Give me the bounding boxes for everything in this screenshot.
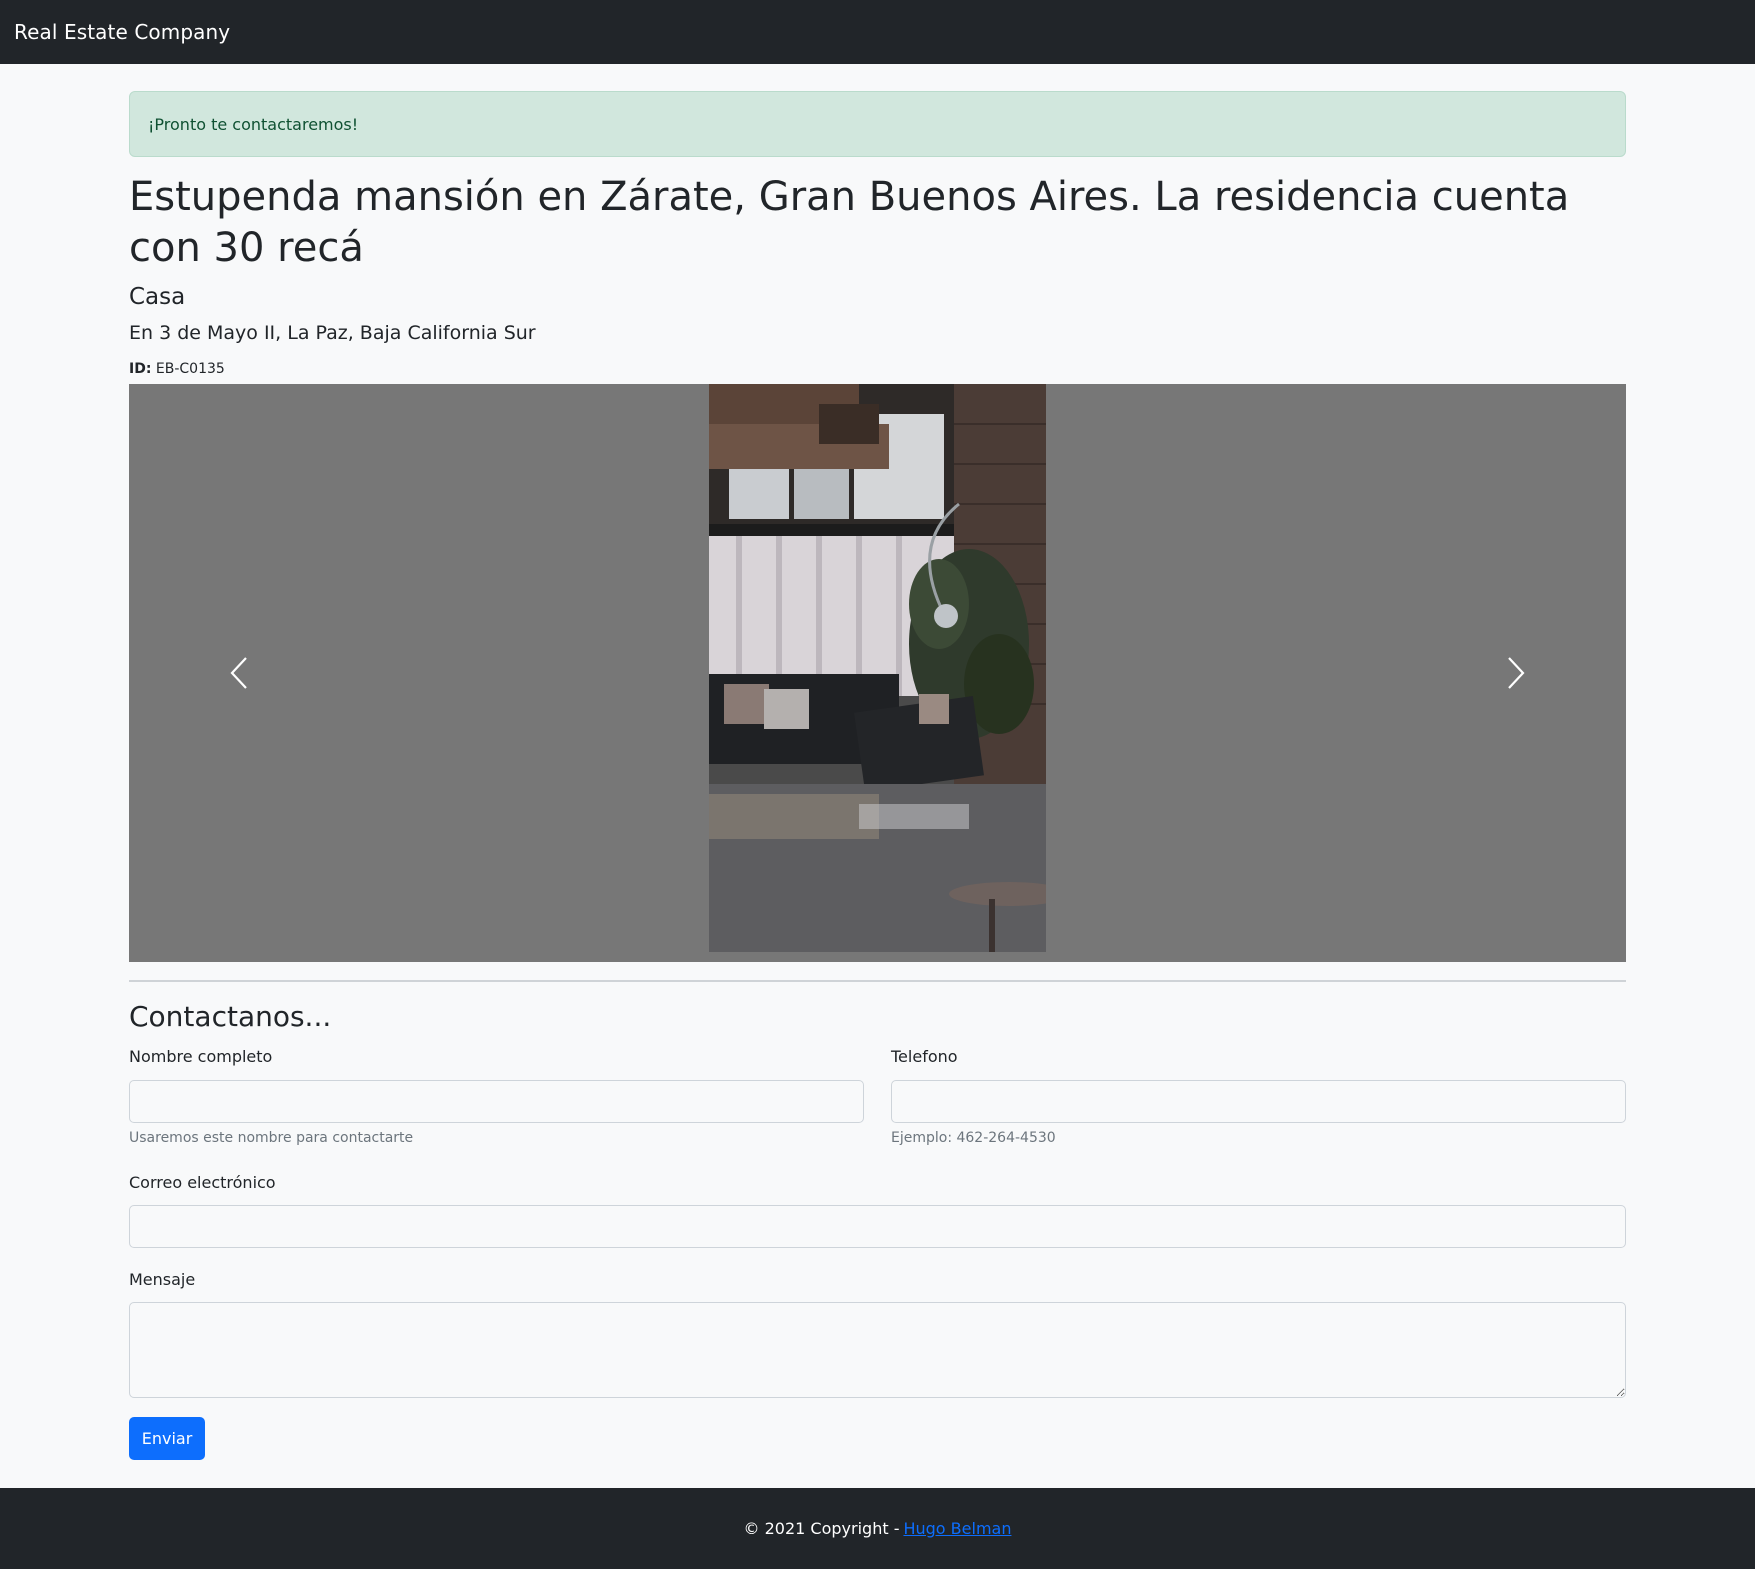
image-carousel <box>129 384 1626 962</box>
property-photo <box>709 384 1046 952</box>
submit-button[interactable]: Enviar <box>129 1417 205 1460</box>
property-id-value: EB-C0135 <box>155 361 225 377</box>
carousel-prev-button[interactable] <box>129 384 349 962</box>
phone-label: Telefono <box>891 1047 958 1066</box>
name-input[interactable] <box>129 1080 864 1123</box>
carousel-next-button[interactable] <box>1406 384 1626 962</box>
email-input[interactable] <box>129 1205 1626 1248</box>
phone-help: Ejemplo: 462-264-4530 <box>891 1130 1056 1146</box>
message-textarea[interactable] <box>129 1302 1626 1398</box>
interior-photo-illustration <box>709 384 1046 952</box>
chevron-right-icon <box>1508 657 1525 689</box>
property-id-label: ID: <box>129 361 152 377</box>
phone-input[interactable] <box>891 1080 1626 1123</box>
property-id: ID: EB-C0135 <box>129 361 225 377</box>
property-location: En 3 de Mayo II, La Paz, Baja California… <box>129 322 536 344</box>
success-alert: ¡Pronto te contactaremos! <box>129 91 1626 157</box>
alert-message: ¡Pronto te contactaremos! <box>148 114 359 134</box>
author-link[interactable]: Hugo Belman <box>903 1519 1011 1538</box>
name-label: Nombre completo <box>129 1047 273 1066</box>
page-footer: © 2021 Copyright - Hugo Belman <box>0 1488 1755 1569</box>
message-label: Mensaje <box>129 1270 196 1289</box>
brand-link[interactable]: Real Estate Company <box>14 20 230 44</box>
name-help: Usaremos este nombre para contactarte <box>129 1130 414 1146</box>
chevron-left-icon <box>230 657 247 689</box>
property-title: Estupenda mansión en Zárate, Gran Buenos… <box>129 174 1570 271</box>
copyright-text: © 2021 Copyright - <box>743 1519 900 1538</box>
email-label: Correo electrónico <box>129 1173 276 1192</box>
property-type: Casa <box>129 284 186 310</box>
section-divider <box>129 980 1626 982</box>
top-navbar: Real Estate Company <box>0 0 1755 64</box>
contact-heading: Contactanos... <box>129 1000 332 1033</box>
